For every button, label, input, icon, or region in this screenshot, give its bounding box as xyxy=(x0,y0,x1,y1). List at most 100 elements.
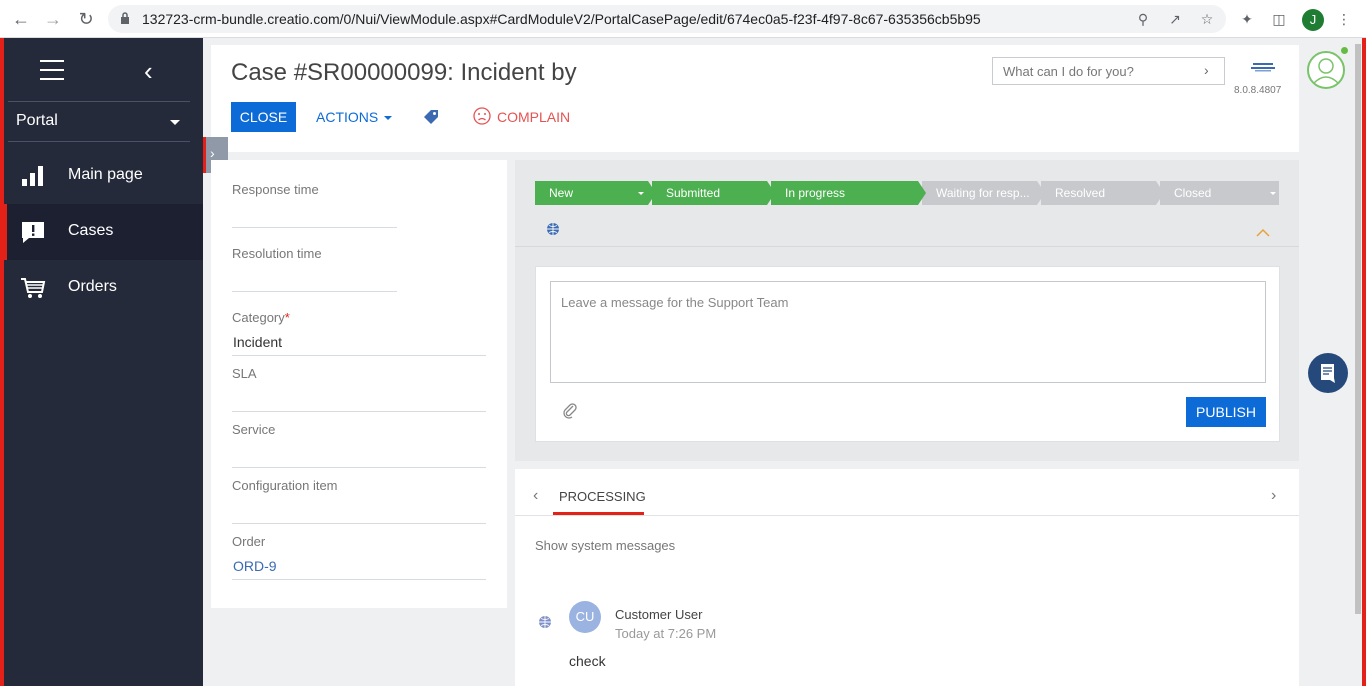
sla-field[interactable] xyxy=(232,411,486,412)
case-actions-area: New Submitted In progress Waiting for re… xyxy=(515,160,1299,461)
version-label: 8.0.8.4807 xyxy=(1234,85,1282,96)
hamburger-menu-icon[interactable] xyxy=(40,60,64,80)
workplace-selector[interactable]: Portal xyxy=(16,112,58,130)
field-label: Order xyxy=(232,534,266,549)
user-profile-button[interactable] xyxy=(1307,51,1345,89)
post-author[interactable]: Customer User xyxy=(615,607,702,622)
side-panel-icon[interactable]: ◫ xyxy=(1270,10,1288,28)
show-system-messages-link[interactable]: Show system messages xyxy=(535,538,675,553)
complain-button[interactable]: COMPLAIN xyxy=(497,109,570,125)
sidebar-item-cases[interactable]: Cases xyxy=(4,204,203,260)
frame-border-right xyxy=(1362,38,1366,686)
field-label: Response time xyxy=(232,182,319,197)
sidebar-item-label: Orders xyxy=(68,278,117,295)
sidebar: ‹ Portal Main page Cases Orders xyxy=(4,38,203,686)
stage-separator xyxy=(767,181,775,205)
chevron-down-icon xyxy=(1270,192,1276,195)
command-search-input[interactable]: What can I do for you? › xyxy=(992,57,1225,85)
divider xyxy=(515,515,1299,516)
stage-separator xyxy=(1156,181,1164,205)
user-icon xyxy=(1313,58,1339,84)
search-placeholder: What can I do for you? xyxy=(1003,64,1134,79)
post-timestamp: Today at 7:26 PM xyxy=(615,626,717,641)
stage-waiting-for-response[interactable]: Waiting for resp... xyxy=(922,181,1037,205)
chat-alert-icon xyxy=(22,222,44,243)
back-arrow-icon[interactable]: ← xyxy=(11,9,31,29)
page-title: Case #SR00000099: Incident by xyxy=(231,59,577,86)
configuration-item-field[interactable] xyxy=(232,523,486,524)
message-composer: Leave a message for the Support Team PUB… xyxy=(535,266,1280,442)
sidebar-item-orders[interactable]: Orders xyxy=(4,260,203,316)
category-label: Category* xyxy=(232,310,290,325)
reload-icon[interactable]: ↻ xyxy=(76,9,96,29)
chevron-down-icon[interactable] xyxy=(170,120,180,125)
chevron-right-icon: › xyxy=(210,145,215,161)
stage-closed[interactable]: Closed xyxy=(1160,181,1279,205)
stage-in-progress[interactable]: In progress xyxy=(771,181,918,205)
response-time-field[interactable] xyxy=(232,227,397,228)
case-header: Case #SR00000099: Incident by CLOSE ACTI… xyxy=(211,45,1299,152)
communication-panel-button[interactable] xyxy=(1308,353,1348,393)
post-message: check xyxy=(569,653,606,669)
stage-separator xyxy=(648,181,656,205)
avatar[interactable]: CU xyxy=(569,601,601,633)
resolution-time-field[interactable] xyxy=(232,291,397,292)
message-input[interactable]: Leave a message for the Support Team xyxy=(550,281,1266,383)
creatio-logo xyxy=(1251,63,1275,72)
publish-button[interactable]: PUBLISH xyxy=(1186,397,1266,427)
divider xyxy=(232,355,486,356)
sidebar-item-main-page[interactable]: Main page xyxy=(4,148,203,204)
browser-toolbar: ← → ↻ 132723-crm-bundle.creatio.com/0/Nu… xyxy=(0,0,1366,38)
chevron-up-icon[interactable] xyxy=(1256,228,1270,238)
globe-icon xyxy=(539,616,551,628)
field-label: Configuration item xyxy=(232,478,338,493)
sad-face-icon[interactable] xyxy=(473,107,491,125)
sidebar-item-label: Main page xyxy=(68,166,143,183)
more-menu-icon[interactable]: ⋮ xyxy=(1335,10,1353,28)
app-frame: ‹ Portal Main page Cases Orders Case #SR… xyxy=(0,38,1366,686)
sidebar-item-label: Cases xyxy=(68,222,114,239)
divider xyxy=(515,246,1299,247)
stage-separator xyxy=(1037,181,1045,205)
tab-processing[interactable]: PROCESSING xyxy=(559,489,646,504)
chevron-right-icon[interactable]: › xyxy=(1204,62,1209,78)
address-bar[interactable]: 132723-crm-bundle.creatio.com/0/Nui/View… xyxy=(108,5,1226,33)
stage-resolved[interactable]: Resolved xyxy=(1041,181,1156,205)
field-label: Service xyxy=(232,422,276,437)
online-status-indicator xyxy=(1341,47,1348,54)
chevron-down-icon xyxy=(638,192,644,195)
close-button[interactable]: CLOSE xyxy=(231,102,296,132)
divider xyxy=(8,141,190,142)
stage-submitted[interactable]: Submitted xyxy=(652,181,767,205)
star-icon[interactable]: ☆ xyxy=(1198,10,1216,28)
stage-separator xyxy=(918,181,926,205)
extensions-icon[interactable]: ✦ xyxy=(1238,10,1256,28)
lock-icon xyxy=(121,12,129,24)
tag-icon[interactable] xyxy=(423,109,439,125)
divider xyxy=(232,579,486,580)
actions-button[interactable]: ACTIONS xyxy=(316,109,393,125)
paperclip-icon[interactable] xyxy=(562,401,578,419)
stage-new[interactable]: New xyxy=(535,181,648,205)
category-field[interactable]: Incident xyxy=(233,334,282,350)
cart-icon xyxy=(21,278,46,298)
service-field[interactable] xyxy=(232,467,486,468)
share-icon[interactable]: ↗ xyxy=(1166,10,1184,28)
message-placeholder: Leave a message for the Support Team xyxy=(561,295,789,310)
processing-feed: ‹ PROCESSING › Show system messages CU C… xyxy=(515,469,1299,686)
scrollbar[interactable] xyxy=(1355,44,1361,614)
collapse-sidebar-icon[interactable]: ‹ xyxy=(144,56,153,87)
divider xyxy=(8,101,190,102)
field-label: Resolution time xyxy=(232,246,322,261)
right-rail xyxy=(1299,38,1362,686)
key-icon[interactable]: ⚲ xyxy=(1134,10,1152,28)
forward-arrow-icon[interactable]: → xyxy=(43,9,63,29)
chevron-right-icon[interactable]: › xyxy=(1271,487,1276,505)
bar-chart-icon xyxy=(22,166,43,186)
url-text: 132723-crm-bundle.creatio.com/0/Nui/View… xyxy=(142,11,981,27)
document-list-icon xyxy=(1321,364,1335,383)
chevron-down-icon xyxy=(384,116,393,121)
order-link[interactable]: ORD-9 xyxy=(233,558,277,574)
profile-avatar[interactable]: J xyxy=(1302,9,1324,31)
chevron-left-icon[interactable]: ‹ xyxy=(533,487,538,505)
